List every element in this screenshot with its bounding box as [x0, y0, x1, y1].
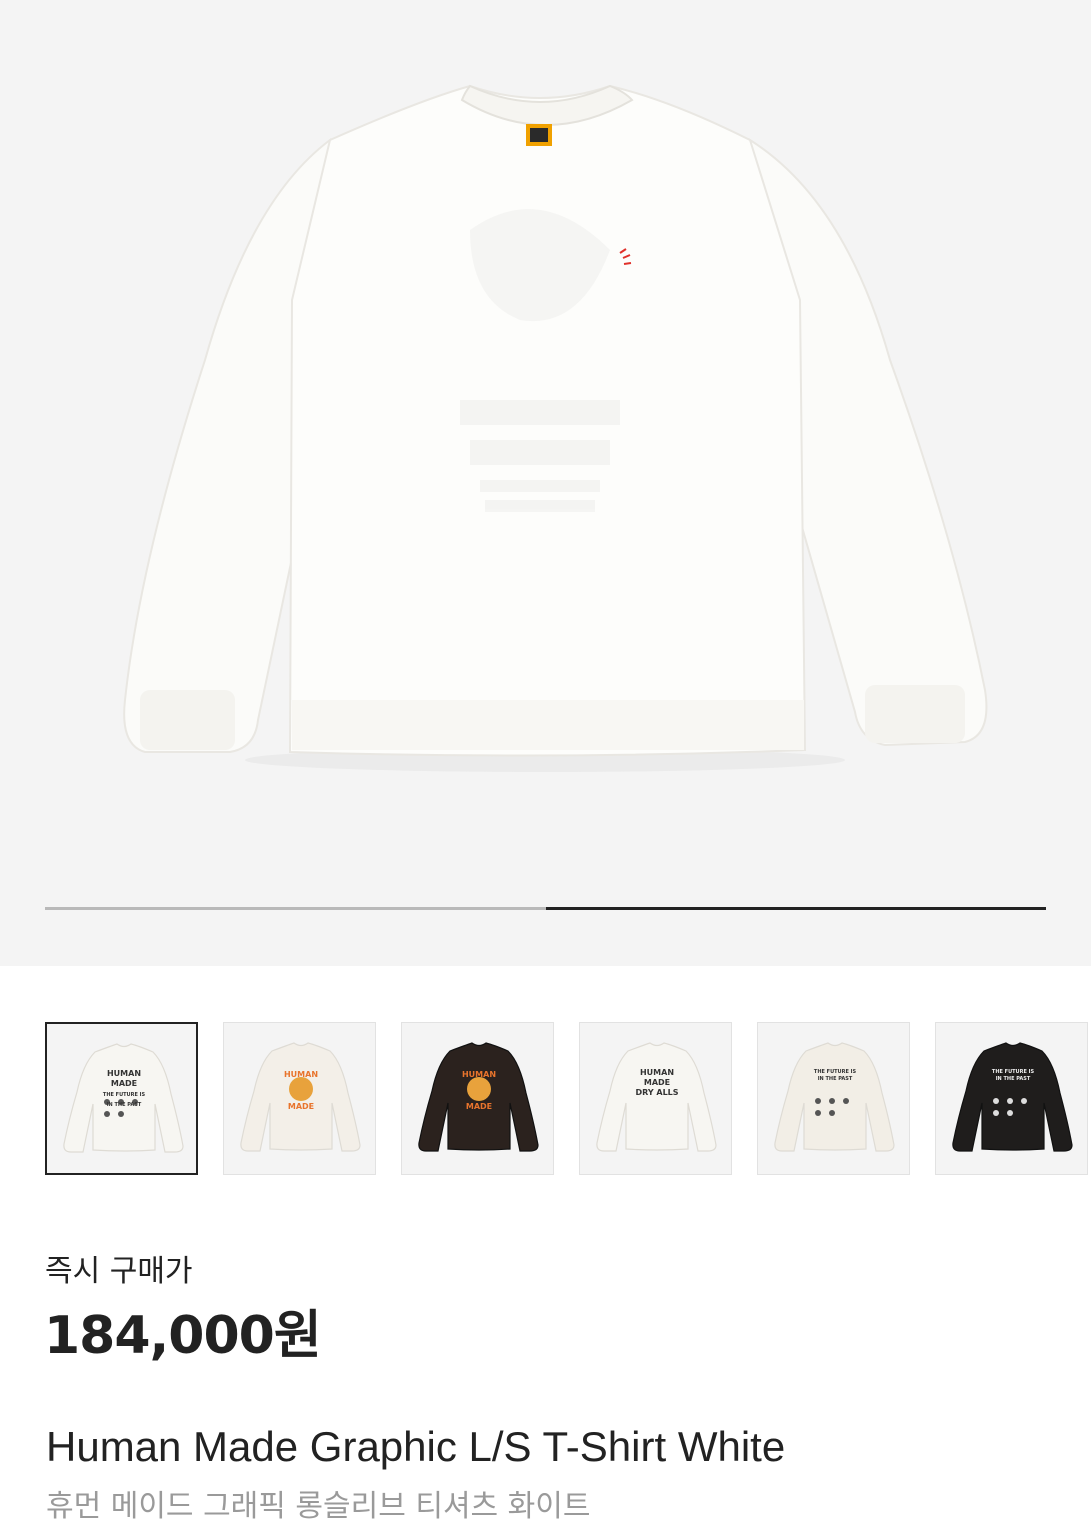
price-value: 184,000원 — [44, 1306, 322, 1366]
white-tee-dry-alls-graphic-icon: HUMANMADEDRY ALLS — [596, 1042, 717, 1152]
thumbnail-4[interactable]: HUMAN MADE DRY ALLS — [579, 1022, 732, 1175]
thumbnail-print-text: IN THE PAST — [996, 1076, 1031, 1082]
thumbnail-print-text: MADE — [288, 1102, 314, 1111]
thumbnail-print-text: HUMAN — [640, 1068, 674, 1077]
carousel-progress-indicator — [545, 907, 1046, 910]
thumbnail-print-text: THE FUTURE IS — [992, 1069, 1035, 1075]
black-tee-ducks-future-graphic-icon: THE FUTURE ISIN THE PAST — [952, 1042, 1073, 1152]
thumbnail-print-text: MADE — [644, 1078, 670, 1087]
thumbnail-print-text: IN THE PAST — [107, 1102, 142, 1108]
thumbnail-6[interactable]: THE FUTURE IS IN THE PAST — [935, 1022, 1088, 1175]
product-subtitle-korean: 휴먼 메이드 그래픽 롱슬리브 티셔츠 화이트 — [46, 1489, 591, 1524]
thumbnail-1[interactable]: HUMAN MADE THE FUTURE IS IN THE PAST — [45, 1022, 198, 1175]
black-tee-tiger-graphic-icon: HUMAN MADE — [418, 1042, 539, 1152]
thumbnail-print-text: THE FUTURE IS — [103, 1092, 146, 1098]
thumbnail-print-text: MADE — [466, 1102, 492, 1111]
white-tee-ducks-future-graphic-icon: THE FUTURE ISIN THE PAST — [774, 1042, 895, 1152]
instant-buy-price-label: 즉시 구매가 — [45, 1254, 193, 1289]
thumbnail-print-text: MADE — [111, 1079, 137, 1088]
thumbnail-2[interactable]: HUMAN MADE — [223, 1022, 376, 1175]
thumbnail-print-text: HUMAN — [284, 1070, 318, 1079]
carousel-progress-track — [45, 907, 1046, 910]
thumbnail-5[interactable]: THE FUTURE IS IN THE PAST — [757, 1022, 910, 1175]
product-image-carousel[interactable] — [0, 0, 1091, 966]
product-title: Human Made Graphic L/S T-Shirt White — [46, 1423, 786, 1470]
main-product-image — [123, 84, 988, 772]
thumbnail-print-text: HUMAN — [107, 1069, 141, 1078]
white-tee-duck-graphic-icon: HUMANMADE THE FUTURE IS IN THE PAST — [63, 1043, 184, 1153]
thumbnail-strip: HUMAN MADE THE FUTURE IS IN THE PAST HUMAN MA… — [45, 1022, 1091, 1176]
thumbnail-print-text: DRY ALLS — [635, 1088, 678, 1097]
thumbnail-print-text: IN THE PAST — [818, 1076, 853, 1082]
thumbnail-3[interactable]: HUMAN MADE — [401, 1022, 554, 1175]
thumbnail-print-text: THE FUTURE IS — [814, 1069, 857, 1075]
thumbnail-print-text: HUMAN — [462, 1070, 496, 1079]
white-tee-tiger-graphic-icon: HUMAN MADE — [240, 1042, 361, 1152]
